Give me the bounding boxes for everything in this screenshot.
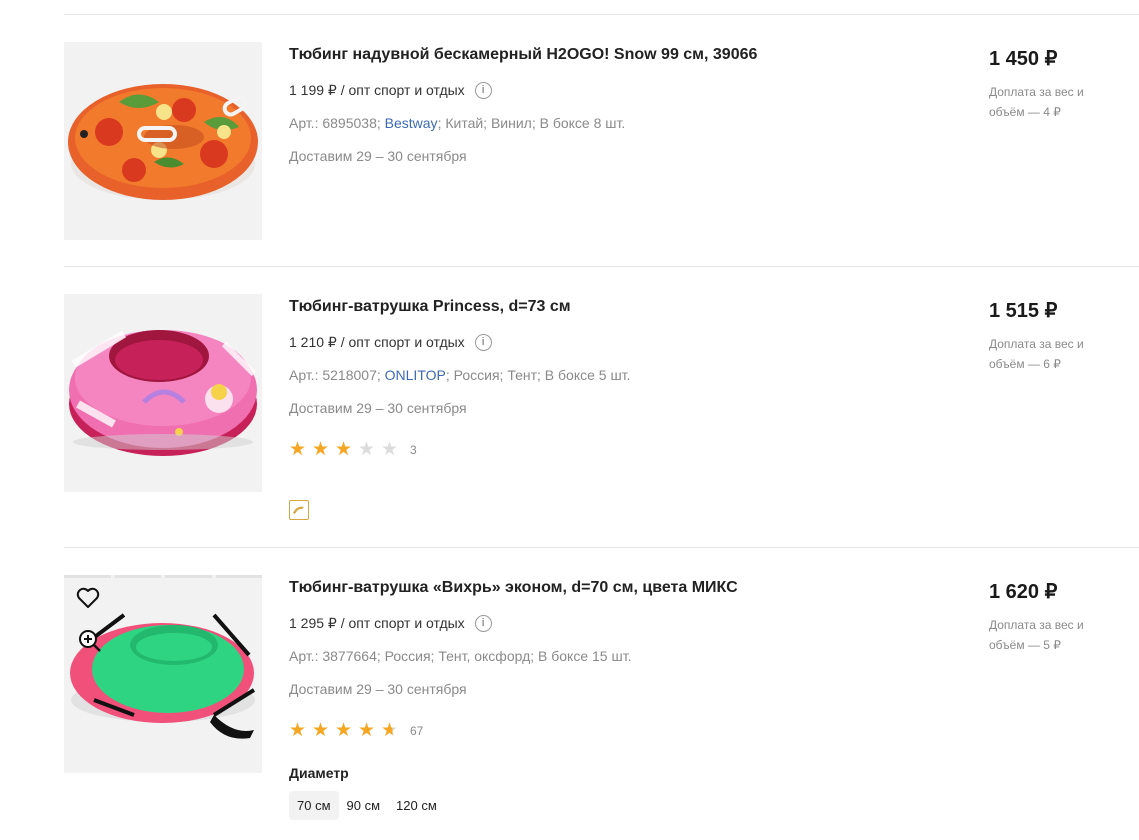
pizza-tube-image: [68, 84, 258, 200]
wholesale-price-text: 1 199 ₽ / опт спорт и отдых: [289, 82, 465, 98]
product-card[interactable]: Тюбинг надувной бескамерный H2OGO! Snow …: [64, 42, 1139, 252]
delivery-date: Доставим 29 – 30 сентября: [289, 400, 467, 416]
size-option-90[interactable]: 90 см: [339, 791, 389, 820]
wholesale-price-text: 1 295 ₽ / опт спорт и отдых: [289, 615, 465, 631]
star-icon: ★: [358, 439, 376, 460]
product-card[interactable]: Тюбинг-ватрушка Princess, d=73 см 1 210 …: [64, 294, 1139, 534]
half-star-icon: ★: [381, 721, 404, 741]
meta-details: ; Китай; Винил; В боксе 8 шт.: [437, 115, 626, 131]
surcharge-note: Доплата за вес и объём — 6 ₽: [989, 337, 1084, 371]
image-carousel-dots: [64, 575, 262, 578]
product-meta: Арт.: 5218007; ONLITOP; Россия; Тент; В …: [289, 367, 630, 383]
product-image[interactable]: [64, 42, 262, 240]
rating[interactable]: ★ ★ ★ ★ ★ 67: [289, 721, 423, 741]
card-divider: [64, 266, 1139, 267]
card-divider: [64, 547, 1139, 548]
size-options: 70 см 90 см 120 см: [289, 791, 445, 820]
rating-count: 3: [410, 443, 417, 457]
wholesale-price: 1 295 ₽ / опт спорт и отдых i: [289, 615, 492, 632]
info-icon[interactable]: i: [474, 615, 492, 632]
zoom-icon[interactable]: [78, 629, 102, 653]
product-image[interactable]: [64, 294, 262, 492]
article-number: Арт.: 5218007;: [289, 367, 381, 383]
favorite-heart-icon[interactable]: [76, 587, 100, 609]
dolphin-badge-icon[interactable]: [289, 500, 309, 520]
star-icon: ★: [289, 439, 307, 460]
delivery-date: Доставим 29 – 30 сентября: [289, 681, 467, 697]
star-icon: ★: [312, 439, 330, 460]
product-price: 1 620 ₽: [989, 581, 1058, 603]
product-title[interactable]: Тюбинг-ватрушка Princess, d=73 см: [289, 298, 571, 316]
product-meta: Арт.: 3877664; Россия; Тент, оксфорд; В …: [289, 648, 632, 664]
meta-details: ; Россия; Тент; В боксе 5 шт.: [445, 367, 631, 383]
product-card[interactable]: Тюбинг-ватрушка «Вихрь» эконом, d=70 см,…: [64, 575, 1139, 835]
diameter-label: Диаметр: [289, 765, 349, 781]
princess-tube-image: [69, 330, 257, 456]
dolphin-icon: [293, 506, 304, 514]
article-number: Арт.: 6895038;: [289, 115, 381, 131]
product-image[interactable]: [64, 575, 262, 773]
wholesale-price: 1 199 ₽ / опт спорт и отдых i: [289, 82, 492, 99]
delivery-date: Доставим 29 – 30 сентября: [289, 148, 467, 164]
star-icon: ★: [312, 720, 330, 741]
rating-count: 67: [410, 724, 424, 738]
info-icon[interactable]: i: [474, 334, 492, 351]
wholesale-price: 1 210 ₽ / опт спорт и отдых i: [289, 334, 492, 351]
star-icon: ★: [381, 439, 399, 460]
star-icon: ★: [335, 720, 353, 741]
brand-link[interactable]: Bestway: [385, 115, 438, 131]
product-price: 1 450 ₽: [989, 48, 1058, 70]
info-icon[interactable]: i: [474, 82, 492, 99]
product-price: 1 515 ₽: [989, 300, 1058, 322]
product-title[interactable]: Тюбинг-ватрушка «Вихрь» эконом, d=70 см,…: [289, 579, 738, 597]
star-icon: ★: [289, 720, 307, 741]
product-meta: Арт.: 6895038; Bestway; Китай; Винил; В …: [289, 115, 625, 131]
rating[interactable]: ★ ★ ★ ★ ★ 3: [289, 440, 417, 460]
wholesale-price-text: 1 210 ₽ / опт спорт и отдых: [289, 334, 465, 350]
size-option-70[interactable]: 70 см: [289, 791, 339, 820]
surcharge-note: Доплата за вес и объём — 4 ₽: [989, 85, 1084, 119]
size-option-120[interactable]: 120 см: [388, 791, 445, 820]
star-icon: ★: [358, 720, 376, 741]
brand-link[interactable]: ONLITOP: [385, 367, 446, 383]
star-icon: ★: [335, 439, 353, 460]
top-divider: [64, 14, 1139, 15]
product-title[interactable]: Тюбинг надувной бескамерный H2OGO! Snow …: [289, 46, 757, 64]
surcharge-note: Доплата за вес и объём — 5 ₽: [989, 618, 1084, 652]
